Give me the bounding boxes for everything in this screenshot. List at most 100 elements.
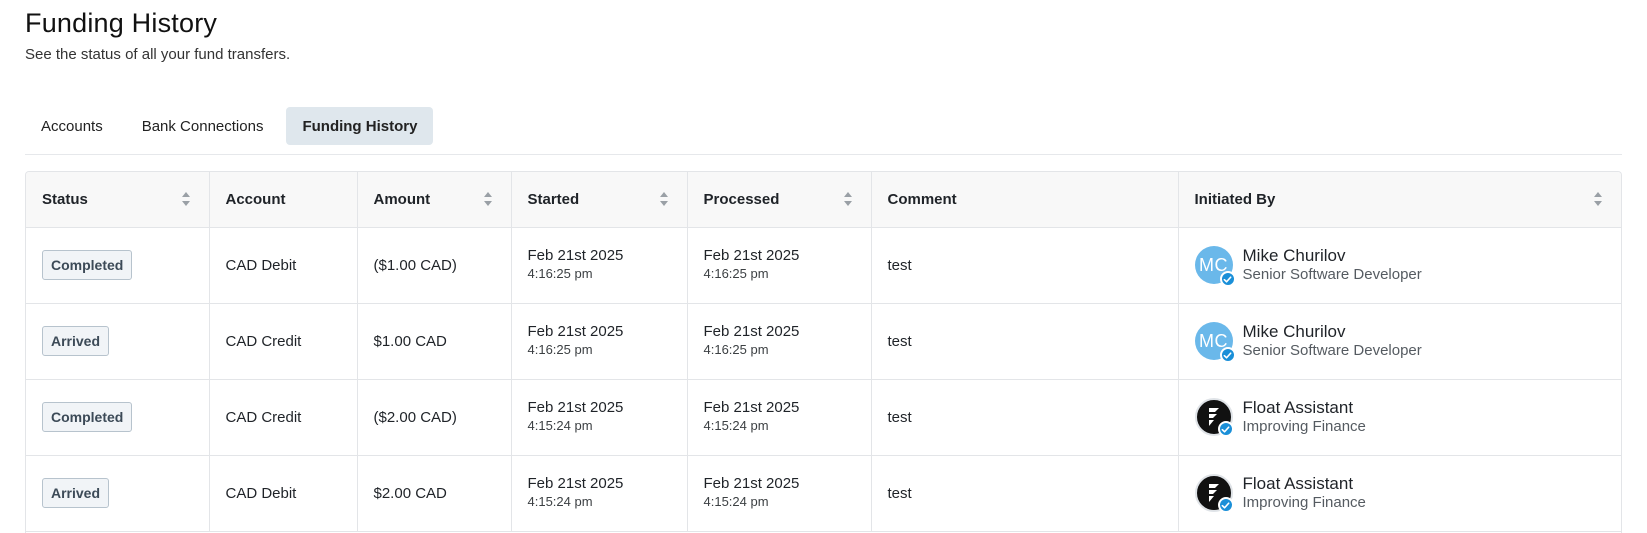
cell-started: Feb 21st 2025 4:16:25 pm [511, 227, 688, 304]
processed-time: 4:16:25 pm [703, 266, 769, 281]
cell-started: Feb 21st 2025 4:15:24 pm [511, 455, 688, 532]
sort-icon[interactable] [181, 192, 191, 207]
initiator-name: Float Assistant [1242, 474, 1354, 493]
initiator-role: Improving Finance [1242, 494, 1366, 511]
table-header-row: Status Account Amount Started Processed [26, 172, 1621, 228]
cell-started: Feb 21st 2025 4:16:25 pm [511, 303, 688, 380]
tab-accounts[interactable]: Accounts [25, 107, 119, 145]
started-date: Feb 21st 2025 [527, 399, 624, 416]
initiator-info: Mike Churilov Senior Software Developer [1243, 322, 1422, 360]
column-header-label: Account [225, 190, 286, 208]
initiator-role: Senior Software Developer [1242, 266, 1422, 283]
table-row[interactable]: Completed CAD Debit ($1.00 CAD) Feb 21st… [26, 227, 1621, 304]
cell-amount: $2.00 CAD [357, 455, 512, 532]
processed-date: Feb 21st 2025 [703, 323, 800, 340]
cell-processed: Feb 21st 2025 4:16:25 pm [687, 303, 872, 380]
tab-funding-history[interactable]: Funding History [286, 107, 434, 145]
cell-status: Arrived [26, 455, 210, 532]
cell-initiated-by: MC Mike Churilov Senior Software Develop… [1178, 303, 1621, 380]
cell-account: CAD Credit [209, 379, 358, 456]
cell-amount: ($2.00 CAD) [357, 379, 512, 456]
cell-comment: test [871, 303, 1179, 380]
sort-icon[interactable] [659, 192, 669, 207]
processed-time: 4:16:25 pm [703, 342, 769, 357]
column-header-label: Initiated By [1194, 190, 1276, 208]
started-time: 4:16:25 pm [527, 342, 593, 357]
sort-icon[interactable] [843, 192, 853, 207]
initiator: Float Assistant Improving Finance [1194, 474, 1606, 513]
started-time: 4:15:24 pm [527, 418, 593, 433]
initiator-info: Float Assistant Improving Finance [1243, 474, 1366, 512]
initiator: MC Mike Churilov Senior Software Develop… [1194, 246, 1606, 287]
started-date: Feb 21st 2025 [527, 247, 624, 264]
cell-status: Arrived [26, 303, 210, 380]
initiator-role: Senior Software Developer [1242, 342, 1422, 359]
status-badge: Completed [42, 402, 133, 432]
column-header-started[interactable]: Started [511, 172, 688, 228]
initiator-name: Mike Churilov [1242, 322, 1346, 341]
page-title: Funding History [25, 8, 218, 38]
table-row[interactable]: Arrived CAD Credit $1.00 CAD Feb 21st 20… [26, 303, 1621, 380]
processed-date: Feb 21st 2025 [703, 399, 800, 416]
cell-processed: Feb 21st 2025 4:16:25 pm [687, 227, 872, 304]
column-header-label: Status [42, 190, 88, 208]
started-time: 4:15:24 pm [527, 494, 593, 509]
tab-bank-connections[interactable]: Bank Connections [126, 107, 280, 145]
cell-comment: test [871, 379, 1179, 456]
initiator-info: Mike Churilov Senior Software Developer [1243, 246, 1422, 284]
column-header-label: Started [527, 190, 580, 208]
initiator-name: Mike Churilov [1242, 246, 1346, 265]
cell-comment: test [871, 227, 1179, 304]
started-time: 4:16:25 pm [527, 266, 593, 281]
cell-comment: test [871, 455, 1179, 532]
sort-icon[interactable] [483, 192, 493, 207]
verified-check-icon [1219, 347, 1236, 363]
column-header-processed[interactable]: Processed [687, 172, 872, 228]
table-row[interactable]: Arrived CAD Debit $2.00 CAD Feb 21st 202… [26, 455, 1621, 532]
verified-check-icon [1217, 421, 1234, 437]
column-header-comment: Comment [871, 172, 1179, 228]
cell-status: Completed [26, 379, 210, 456]
table-row[interactable]: Completed CAD Credit ($2.00 CAD) Feb 21s… [26, 379, 1621, 456]
tab-bar: Accounts Bank Connections Funding Histor… [25, 107, 440, 145]
avatar: MC [1194, 322, 1236, 363]
column-header-amount[interactable]: Amount [357, 172, 512, 228]
cell-amount: ($1.00 CAD) [357, 227, 512, 304]
cell-processed: Feb 21st 2025 4:15:24 pm [687, 379, 872, 456]
column-header-account: Account [209, 172, 358, 228]
verified-check-icon [1219, 271, 1236, 287]
started-date: Feb 21st 2025 [527, 323, 624, 340]
cell-initiated-by: MC Mike Churilov Senior Software Develop… [1178, 227, 1621, 304]
column-header-status[interactable]: Status [26, 172, 210, 228]
cell-started: Feb 21st 2025 4:15:24 pm [511, 379, 688, 456]
avatar [1194, 398, 1234, 437]
cell-status: Completed [26, 227, 210, 304]
initiator-info: Float Assistant Improving Finance [1243, 398, 1366, 436]
processed-date: Feb 21st 2025 [703, 475, 800, 492]
initiator: MC Mike Churilov Senior Software Develop… [1194, 322, 1606, 363]
status-badge: Arrived [42, 326, 110, 356]
status-badge: Arrived [42, 478, 110, 508]
processed-time: 4:15:24 pm [703, 418, 769, 433]
cell-initiated-by: Float Assistant Improving Finance [1178, 379, 1621, 456]
tabs-divider [25, 154, 1622, 155]
started-date: Feb 21st 2025 [527, 475, 624, 492]
avatar: MC [1194, 246, 1236, 287]
column-header-label: Amount [373, 190, 431, 208]
cell-initiated-by: Float Assistant Improving Finance [1178, 455, 1621, 532]
processed-time: 4:15:24 pm [703, 494, 769, 509]
page-subtitle: See the status of all your fund transfer… [25, 46, 291, 63]
cell-processed: Feb 21st 2025 4:15:24 pm [687, 455, 872, 532]
column-header-initiated-by[interactable]: Initiated By [1178, 172, 1621, 228]
processed-date: Feb 21st 2025 [703, 247, 800, 264]
verified-check-icon [1217, 497, 1234, 513]
sort-icon[interactable] [1594, 192, 1603, 207]
column-header-label: Comment [887, 190, 957, 208]
cell-account: CAD Debit [209, 227, 358, 304]
avatar [1194, 474, 1234, 513]
initiator-role: Improving Finance [1242, 418, 1366, 435]
status-badge: Completed [42, 250, 133, 280]
initiator: Float Assistant Improving Finance [1194, 398, 1606, 437]
initiator-name: Float Assistant [1242, 398, 1354, 417]
cell-account: CAD Credit [209, 303, 358, 380]
